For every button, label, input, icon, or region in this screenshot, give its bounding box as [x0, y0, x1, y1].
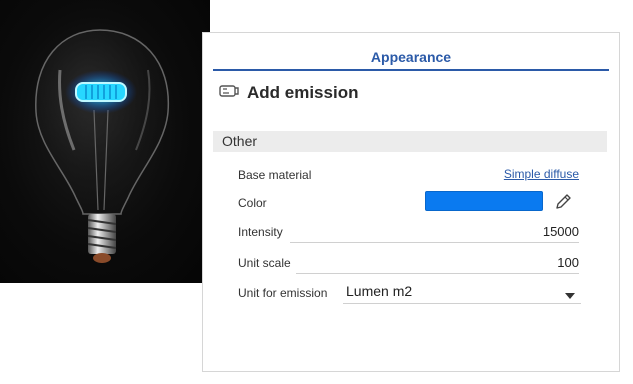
- panel-title[interactable]: Appearance: [213, 47, 609, 71]
- base-material-link[interactable]: Simple diffuse: [504, 167, 579, 181]
- intensity-input[interactable]: 15000: [543, 224, 579, 239]
- emission-feature-icon: [219, 84, 247, 103]
- unit-for-emission-select[interactable]: Lumen m2: [343, 281, 581, 304]
- light-bulb-render: [35, 29, 170, 263]
- unit-scale-field-underline: [296, 273, 579, 274]
- feature-title: Add emission: [247, 83, 359, 102]
- unit-scale-input[interactable]: 100: [557, 255, 579, 270]
- unit-scale-label: Unit scale: [238, 256, 291, 270]
- unit-for-emission-row: Unit for emission Lumen m2: [238, 281, 581, 305]
- base-material-row: Base material Simple diffuse: [238, 163, 579, 187]
- appearance-panel: Appearance Add emission Other Base mater…: [202, 32, 620, 372]
- intensity-label: Intensity: [238, 225, 283, 239]
- unit-for-emission-value: Lumen m2: [346, 283, 413, 299]
- base-material-label: Base material: [238, 168, 312, 182]
- feature-header: Add emission: [219, 81, 358, 105]
- intensity-row: Intensity 15000: [238, 220, 579, 244]
- color-row: Color: [238, 191, 579, 215]
- unit-for-emission-label: Unit for emission: [238, 286, 328, 300]
- intensity-field-underline: [290, 242, 579, 243]
- unit-scale-row: Unit scale 100: [238, 251, 579, 275]
- pencil-icon[interactable]: [553, 192, 573, 212]
- chevron-down-icon: [565, 289, 575, 299]
- render-viewport[interactable]: [0, 0, 210, 283]
- color-swatch[interactable]: [425, 191, 543, 211]
- section-header-other[interactable]: Other: [213, 131, 607, 152]
- color-label: Color: [238, 196, 267, 210]
